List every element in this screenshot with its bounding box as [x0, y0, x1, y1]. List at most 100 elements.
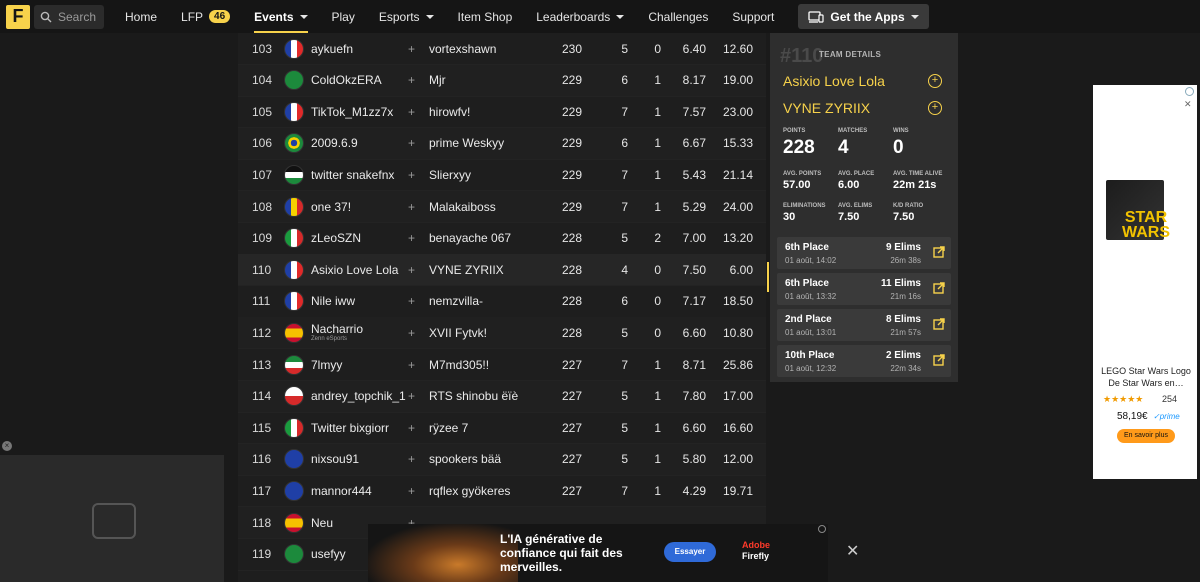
close-icon[interactable]: ✕ [1184, 99, 1192, 110]
match-date: 01 août, 12:32 [785, 364, 837, 373]
rating-stars: ★★★★★ [1103, 394, 1144, 404]
info-icon[interactable] [818, 525, 826, 533]
table-row[interactable]: 117 mannor444 + rqflex gyökeres 227 7 1 4.29 19.… [238, 475, 766, 508]
nav-home[interactable]: Home [125, 0, 157, 33]
site-logo[interactable]: F [6, 4, 30, 29]
get-the-apps-button[interactable]: Get the Apps [798, 4, 929, 29]
match-card[interactable]: 6th Place 01 août, 14:02 9 Elims 26m 38s [777, 237, 951, 269]
video-player[interactable] [0, 455, 224, 582]
player-1-name[interactable]: ColdOkzERA [311, 73, 382, 87]
external-link-icon[interactable] [933, 318, 945, 330]
player-1-name[interactable]: TikTok_M1zz7x [311, 105, 393, 119]
table-row[interactable]: 108 one 37! + Malakaiboss 229 7 1 5.29 24.00 [238, 191, 766, 223]
avg-place-cell: 7.00 [682, 231, 706, 246]
search-input[interactable]: Search [34, 4, 104, 29]
player-2-name[interactable]: RTS shinobu ëïè [429, 389, 518, 403]
player-1-name[interactable]: Nile iww [311, 294, 355, 308]
player-2-name[interactable]: rqflex gyökeres [429, 484, 510, 498]
matches-cell: 6 [621, 136, 628, 151]
plus-icon: + [408, 167, 416, 182]
nav-play[interactable]: Play [332, 0, 355, 33]
player-1-name[interactable]: andrey_topchik_1 [311, 389, 406, 403]
row-rank: 105 [252, 104, 273, 119]
ad-product-title[interactable]: LEGO Star Wars Logo De Star Wars en… [1099, 365, 1193, 389]
matches-cell: 5 [621, 420, 628, 435]
player-1-name[interactable]: Neu [311, 516, 333, 530]
player-1-name[interactable]: nixsou91 [311, 452, 359, 466]
player-2-name[interactable]: M7md305!! [429, 358, 489, 372]
sidebar-ad[interactable]: ✕ STAR WARS LEGO Star Wars Logo De Star … [1093, 85, 1197, 479]
match-card[interactable]: 10th Place 01 août, 12:32 2 Elims 22m 34… [777, 345, 951, 377]
player-2-name[interactable]: XVII Fytvk! [429, 326, 487, 340]
nav-challenges[interactable]: Challenges [648, 0, 708, 33]
nav-support[interactable]: Support [732, 0, 774, 33]
points-cell: 229 [561, 199, 582, 214]
table-row[interactable]: 114 andrey_topchik_1 + RTS shinobu ëïè 227 5 1… [238, 380, 766, 413]
player-2-name[interactable]: Malakaiboss [429, 200, 496, 214]
avg-place-cell: 4.29 [682, 483, 706, 498]
table-row[interactable]: 115 Twitter bixgiorr + rÿzee 7 227 5 1 6.60 16.6… [238, 412, 766, 445]
player-1-name[interactable]: 7lmyy [311, 358, 342, 372]
player-1-name[interactable]: Twitter bixgiorr [311, 421, 389, 435]
player-1-name[interactable]: 2009.6.9 [311, 136, 358, 150]
external-link-icon[interactable] [933, 354, 945, 366]
player-2-name[interactable]: VYNE ZYRIIX [429, 263, 504, 277]
table-row[interactable]: 107 twitter snakefnx + Slierxyy 229 7 1 5.43 21.… [238, 159, 766, 192]
video-close-icon[interactable]: × [2, 441, 12, 451]
player-2-name[interactable]: nemzvilla- [429, 294, 483, 308]
player-2-name[interactable]: benayache 067 [429, 231, 511, 245]
points-cell: 228 [561, 231, 582, 246]
player-1-name[interactable]: mannor444 [311, 484, 372, 498]
table-row[interactable]: 110 Asixio Love Lola + VYNE ZYRIIX 228 4 0 7.50… [238, 254, 766, 287]
player-2-name[interactable]: spookers bää [429, 452, 501, 466]
nav-esports[interactable]: Esports [379, 0, 434, 33]
close-icon[interactable]: ✕ [846, 541, 859, 561]
table-row[interactable]: 105 TikTok_M1zz7x + hirowfv! 229 7 1 7.57 23.00 [238, 96, 766, 129]
ad-try-button[interactable]: Essayer [664, 542, 716, 562]
table-row[interactable]: 103 aykuefn + vortexshawn 230 5 0 6.40 12.60 [238, 33, 766, 65]
external-link-icon[interactable] [933, 282, 945, 294]
table-row[interactable]: 116 nixsou91 + spookers bää 227 5 1 5.80 12.00 [238, 443, 766, 476]
external-link-icon[interactable] [933, 246, 945, 258]
match-card[interactable]: 6th Place 01 août, 13:32 11 Elims 21m 16… [777, 273, 951, 305]
table-row[interactable]: 106 2009.6.9 + prime Weskyy 229 6 1 6.67 15.33 [238, 127, 766, 160]
table-row[interactable]: 112 Nacharrio Zenn eSports + XVII Fytvk! 228 5… [238, 317, 766, 350]
player-1-name[interactable]: twitter snakefnx [311, 168, 394, 182]
player-1-name[interactable]: Nacharrio [311, 322, 363, 336]
player-2-name[interactable]: prime Weskyy [429, 136, 504, 150]
nav-lfp[interactable]: LFP 46 [181, 0, 231, 33]
ad-learn-more-button[interactable]: En savoir plus [1117, 429, 1175, 443]
table-row[interactable]: 111 Nile iww + nemzvilla- 228 6 0 7.17 18.50 [238, 286, 766, 318]
nav-events[interactable]: Events [254, 0, 308, 33]
ad-brand-line1: Adobe [742, 540, 770, 550]
team-member-2[interactable]: VYNE ZYRIIX [783, 100, 870, 116]
player-2-name[interactable]: Slierxyy [429, 168, 471, 182]
info-icon[interactable] [1185, 87, 1194, 96]
circle-plus-icon[interactable]: + [928, 101, 942, 115]
nav-item-shop[interactable]: Item Shop [458, 0, 513, 33]
points-cell: 227 [561, 420, 582, 435]
table-row[interactable]: 109 zLeoSZN + benayache 067 228 5 2 7.00 13.20 [238, 223, 766, 255]
player-2-name[interactable]: Mjr [429, 73, 446, 87]
team-member-1[interactable]: Asixio Love Lola [783, 73, 885, 89]
player-1-name[interactable]: usefyy [311, 547, 346, 561]
kd-cell: 17.00 [723, 389, 754, 404]
player-1-name[interactable]: one 37! [311, 200, 351, 214]
circle-plus-icon[interactable]: + [928, 74, 942, 88]
player-2-name[interactable]: vortexshawn [429, 42, 496, 56]
bottom-banner-ad[interactable]: L'IA générative de confiance qui fait de… [368, 524, 828, 582]
ad-brand: Adobe Firefly [742, 540, 792, 562]
player-1-name[interactable]: Asixio Love Lola [311, 263, 398, 277]
nav-leaderboards[interactable]: Leaderboards [536, 0, 625, 33]
player-1-name[interactable]: zLeoSZN [311, 231, 361, 245]
player-2-name[interactable]: rÿzee 7 [429, 421, 468, 435]
caret-down-icon [299, 14, 308, 19]
points-cell: 227 [561, 357, 582, 372]
match-card[interactable]: 2nd Place 01 août, 13:01 8 Elims 21m 57s [777, 309, 951, 341]
player-1-name[interactable]: aykuefn [311, 42, 353, 56]
match-elims: 2 Elims [885, 350, 921, 361]
player-2-name[interactable]: hirowfv! [429, 105, 470, 119]
row-rank: 109 [252, 231, 273, 246]
table-row[interactable]: 113 7lmyy + M7md305!! 227 7 1 8.71 25.86 [238, 349, 766, 381]
table-row[interactable]: 104 ColdOkzERA + Mjr 229 6 1 8.17 19.00 [238, 64, 766, 97]
